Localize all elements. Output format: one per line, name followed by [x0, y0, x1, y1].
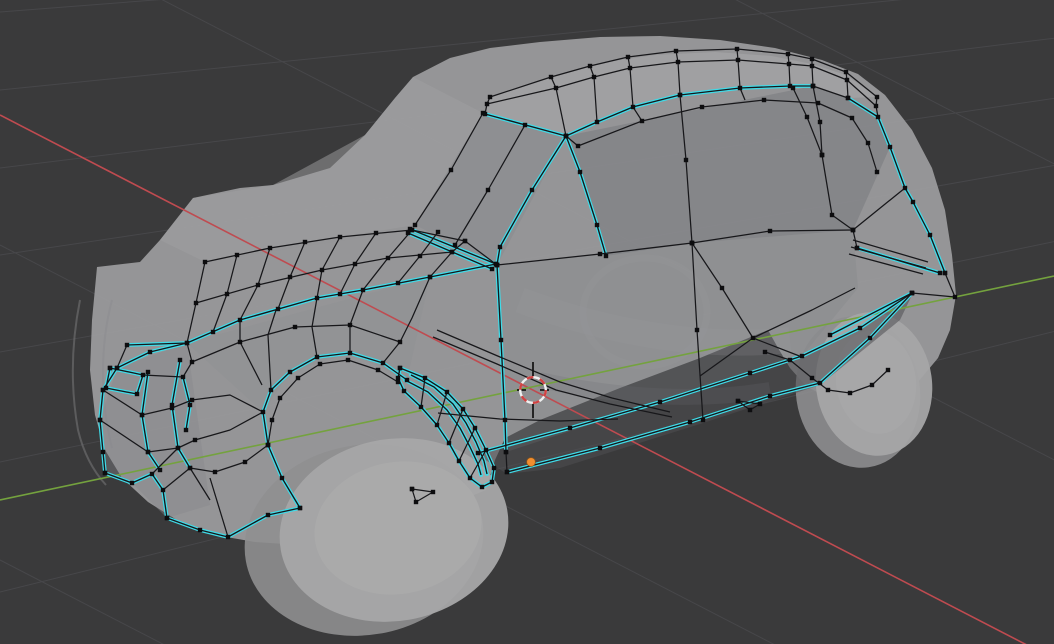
blender-3d-viewport[interactable]	[0, 0, 1054, 644]
object-origin-point[interactable]	[526, 457, 536, 467]
viewport-canvas[interactable]	[0, 0, 1054, 644]
